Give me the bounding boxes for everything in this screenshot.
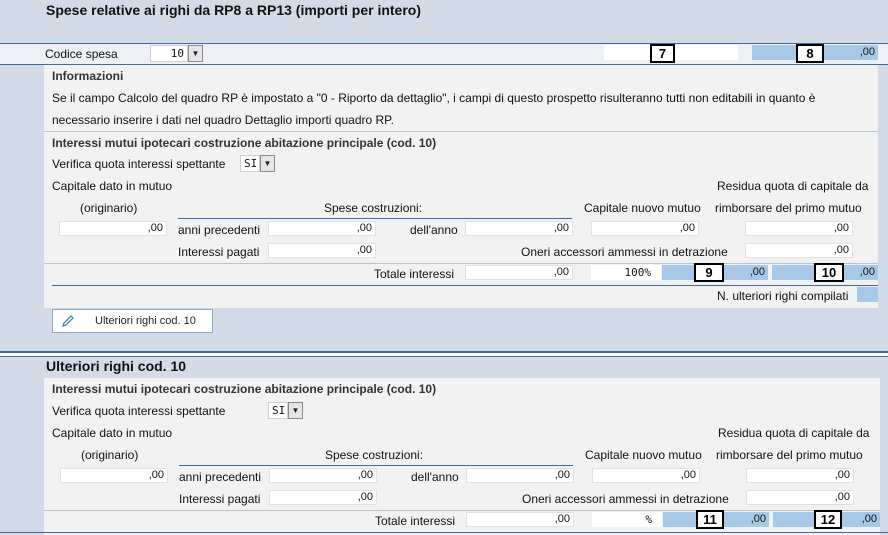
capitale-nuovo-label: Capitale nuovo mutuo — [584, 201, 701, 215]
section2-left-band — [0, 378, 44, 535]
s2-interessi-pagati-input[interactable]: ,00 — [269, 490, 377, 505]
info-title: Informazioni — [52, 69, 124, 83]
s2-totale-interessi-label: Totale interessi — [375, 514, 456, 528]
info-divider — [44, 131, 878, 132]
s2-verifica-value: SI — [268, 402, 288, 419]
s2-spese-underline — [179, 465, 573, 466]
s2-totale-interessi-input[interactable]: ,00 — [466, 512, 574, 527]
verifica-label: Verifica quota interessi spettante — [52, 157, 226, 171]
ulteriori-righi-button[interactable]: Ulteriori righi cod. 10 — [52, 309, 213, 333]
pencil-icon — [61, 314, 75, 328]
capitale-nuovo-input[interactable]: ,00 — [591, 221, 699, 236]
chevron-down-icon[interactable]: ▼ — [188, 45, 203, 62]
group-title: Interessi mutui ipotecari costruzione ab… — [52, 136, 437, 150]
ulteriori-count-field[interactable] — [857, 287, 878, 302]
oneri-label: Oneri accessori ammessi in detrazione — [521, 245, 728, 259]
anni-precedenti-input[interactable]: ,00 — [268, 221, 376, 236]
s2-anno-label: dell'anno — [411, 470, 459, 484]
marker-9: 9 — [694, 263, 724, 282]
s2-oneri-input[interactable]: ,00 — [746, 490, 854, 505]
s2-residua-label-line1: Residua quota di capitale da — [718, 426, 870, 440]
s2-residua-label-line2: rimborsare del primo mutuo — [716, 448, 863, 462]
s2-capitale-nuovo-label: Capitale nuovo mutuo — [585, 448, 702, 462]
capitale-label: Capitale dato in mutuo — [52, 179, 173, 193]
totale-interessi-input[interactable]: ,00 — [465, 265, 573, 280]
ulteriori-righi-button-label: Ulteriori righi cod. 10 — [95, 315, 196, 327]
s2-anni-precedenti-input[interactable]: ,00 — [269, 468, 377, 483]
info-text-line2: necessario inserire i dati nel quadro De… — [52, 113, 394, 127]
residua-input[interactable]: ,00 — [745, 221, 853, 236]
originario-label: (originario) — [80, 201, 138, 215]
codice-spesa-value: 10 — [150, 45, 188, 62]
oneri-input[interactable]: ,00 — [745, 243, 853, 258]
s2-group-title: Interessi mutui ipotecari costruzione ab… — [52, 382, 437, 396]
residua-label-line1: Residua quota di capitale da — [717, 179, 869, 193]
s2-verifica-select[interactable]: SI ▼ — [268, 402, 303, 419]
s2-percent-field[interactable]: % — [592, 512, 662, 527]
marker-12: 12 — [814, 510, 842, 529]
residua-label-line2: rimborsare del primo mutuo — [715, 201, 862, 215]
capitale-input[interactable]: ,00 — [59, 221, 167, 236]
marker-7: 7 — [650, 44, 675, 63]
anno-input[interactable]: ,00 — [465, 221, 573, 236]
marker-11: 11 — [696, 510, 724, 529]
s2-anno-input[interactable]: ,00 — [466, 468, 574, 483]
section2-header-rule — [0, 356, 888, 357]
section2-title: Ulteriori righi cod. 10 — [46, 358, 187, 374]
section1-title: Spese relative ai righi da RP8 a RP13 (i… — [46, 2, 422, 18]
totale-interessi-label: Totale interessi — [374, 267, 455, 281]
section2-right-band — [880, 378, 888, 535]
s2-interessi-pagati-label: Interessi pagati — [179, 492, 261, 506]
verifica-select[interactable]: SI ▼ — [240, 155, 275, 172]
s2-capitale-nuovo-input[interactable]: ,00 — [592, 468, 700, 483]
s2-verifica-label: Verifica quota interessi spettante — [52, 404, 226, 418]
section1-left-band — [0, 44, 44, 351]
spese-underline — [178, 218, 572, 219]
spese-costruzioni-label: Spese costruzioni: — [324, 201, 423, 215]
codice-spesa-select[interactable]: 10 ▼ — [150, 45, 203, 62]
s2-spese-costruzioni-label: Spese costruzioni: — [325, 448, 424, 462]
anno-label: dell'anno — [410, 223, 458, 237]
marker-10: 10 — [814, 263, 844, 282]
section-separator — [0, 351, 888, 353]
codice-spesa-label: Codice spesa — [45, 47, 118, 61]
marker-8: 8 — [796, 44, 824, 63]
totale-divider — [44, 263, 878, 264]
percent-field[interactable]: 100% — [591, 265, 661, 280]
s2-bottom-rule — [0, 532, 888, 533]
count-rule — [52, 285, 878, 286]
s2-totale-divider — [44, 510, 880, 511]
s2-residua-input[interactable]: ,00 — [746, 468, 854, 483]
interessi-pagati-label: Interessi pagati — [178, 245, 260, 259]
ulteriori-count-label: N. ulteriori righi compilati — [717, 289, 849, 303]
anni-precedenti-label: anni precedenti — [178, 223, 261, 237]
chevron-down-icon[interactable]: ▼ — [260, 155, 275, 172]
verifica-value: SI — [240, 155, 260, 172]
chevron-down-icon[interactable]: ▼ — [288, 402, 303, 419]
section1-right-band — [878, 44, 888, 351]
s2-originario-label: (originario) — [81, 448, 139, 462]
s2-oneri-label: Oneri accessori ammessi in detrazione — [522, 492, 729, 506]
interessi-pagati-input[interactable]: ,00 — [268, 243, 376, 258]
s2-capitale-input[interactable]: ,00 — [60, 468, 168, 483]
info-text-line1: Se il campo Calcolo del quadro RP è impo… — [52, 91, 816, 105]
s2-anni-precedenti-label: anni precedenti — [179, 470, 262, 484]
s2-capitale-label: Capitale dato in mutuo — [52, 426, 173, 440]
